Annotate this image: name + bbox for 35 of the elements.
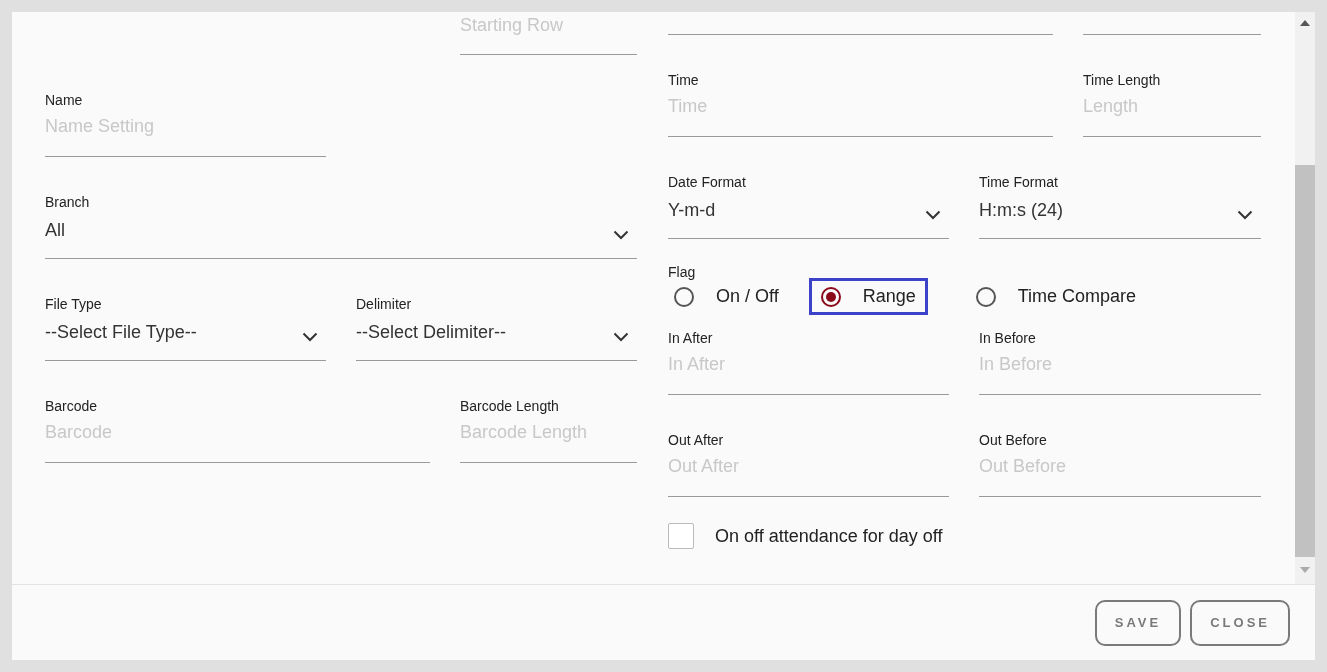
field-label: Time xyxy=(668,71,699,90)
checkbox[interactable] xyxy=(668,523,694,549)
dialog-button[interactable]: CLOSE xyxy=(1190,599,1290,646)
field-label: Branch xyxy=(45,193,90,212)
chevron-down-icon xyxy=(613,332,629,342)
radio-option[interactable]: Time Compare xyxy=(963,278,1149,315)
field-label: Delimiter xyxy=(356,295,412,314)
chevron-down-icon xyxy=(302,332,318,342)
field-label: Out After xyxy=(668,431,724,450)
field-label: Date Format xyxy=(668,173,746,192)
chevron-down-icon xyxy=(1237,210,1253,220)
chevron-down-icon xyxy=(925,210,941,220)
field-label: Barcode xyxy=(45,397,98,416)
dropdown[interactable]: --Select Delimiter-- xyxy=(356,314,637,361)
field-label: In After xyxy=(668,329,713,348)
dropdown[interactable]: H:m:s (24) xyxy=(979,192,1261,239)
scroll-up-icon[interactable] xyxy=(1300,20,1310,26)
dialog-button[interactable]: SAVE xyxy=(1094,599,1182,646)
dropdown[interactable]: All xyxy=(45,212,637,259)
field-label: Barcode Length xyxy=(460,397,559,416)
scrollbar-thumb[interactable] xyxy=(1295,165,1315,557)
chevron-down-icon xyxy=(613,230,629,240)
field-label: Out Before xyxy=(979,431,1047,450)
field-label: File Type xyxy=(45,295,102,314)
field-label: Name xyxy=(45,91,83,110)
field-label: Time Length xyxy=(1083,71,1161,90)
dropdown[interactable]: Y-m-d xyxy=(668,192,949,239)
field-label: Flag xyxy=(668,263,696,282)
dropdown[interactable]: --Select File Type-- xyxy=(45,314,326,361)
radio-option[interactable]: Range xyxy=(808,278,928,315)
checkbox-label: On off attendance for day off xyxy=(715,525,943,547)
field-label: Time Format xyxy=(979,173,1058,192)
field-label: In Before xyxy=(979,329,1036,348)
scroll-down-icon[interactable] xyxy=(1300,567,1310,573)
scrollbar[interactable] xyxy=(1295,12,1315,584)
